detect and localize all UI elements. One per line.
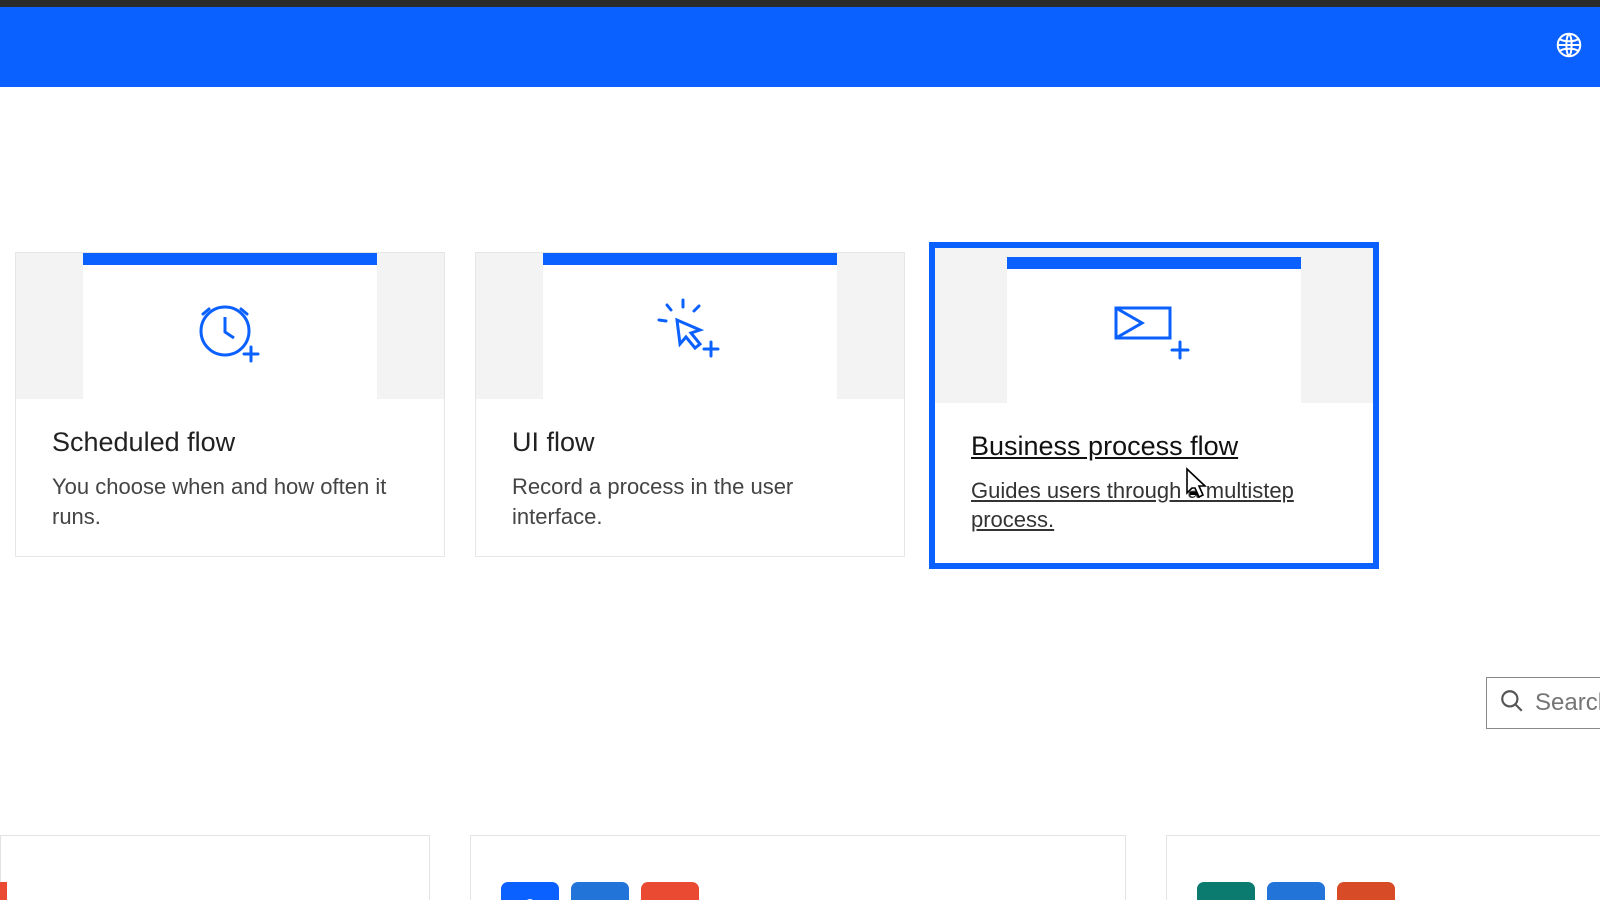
card-body: Scheduled flow You choose when and how o… [16,399,444,559]
connector-tile-icon [501,882,559,900]
card-illustration [16,253,444,399]
card-description: Record a process in the user interface. [512,472,868,531]
card-body: UI flow Record a process in the user int… [476,399,904,559]
connector-tile-icon [1267,882,1325,900]
connector-tile-icon [1337,882,1395,900]
card-scheduled-flow[interactable]: Scheduled flow You choose when and how o… [15,252,445,557]
template-card[interactable] [1166,835,1600,900]
app-header [0,7,1600,87]
mini-window [83,253,377,399]
search-input[interactable] [1535,689,1600,717]
card-title: Business process flow [971,431,1337,462]
card-illustration [935,248,1373,403]
cursor-click-plus-icon [653,298,727,367]
mini-window [1007,257,1301,403]
card-ui-flow[interactable]: UI flow Record a process in the user int… [475,252,905,557]
connector-tile-icon [571,882,629,900]
card-description: Guides users through a multistep process… [971,476,1337,535]
card-business-process-flow[interactable]: Business process flow Guides users throu… [935,248,1373,563]
connector-tile-icon [1197,882,1255,900]
connector-tile-icon [0,882,7,900]
template-row [18,835,1600,900]
connector-tile-icon [641,882,699,900]
template-card[interactable] [0,835,430,900]
card-body: Business process flow Guides users throu… [935,403,1373,563]
mini-window [543,253,837,399]
clock-plus-icon [195,297,265,368]
window-title-stripe [0,0,1600,7]
card-title: Scheduled flow [52,427,408,458]
card-illustration [476,253,904,399]
search-box[interactable] [1486,677,1600,729]
process-plus-icon [1110,302,1198,369]
card-title: UI flow [512,427,868,458]
template-card[interactable] [470,835,1126,900]
card-description: You choose when and how often it runs. [52,472,408,531]
search-icon [1499,688,1525,719]
flow-type-cards: Scheduled flow You choose when and how o… [15,252,1373,563]
globe-icon[interactable] [1554,30,1590,65]
